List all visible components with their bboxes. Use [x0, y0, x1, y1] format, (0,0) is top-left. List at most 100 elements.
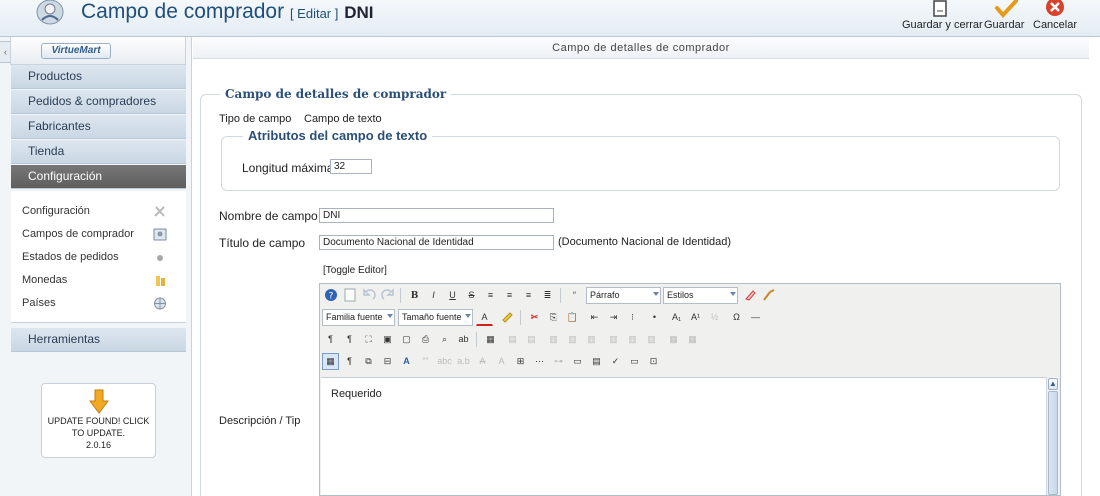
- font-size-disabled-icon[interactable]: ½: [706, 309, 723, 326]
- scroll-up-arrow[interactable]: ▲: [1048, 378, 1058, 390]
- submenu-monedas[interactable]: Monedas: [22, 274, 67, 286]
- format-select[interactable]: Párrafo: [586, 287, 661, 304]
- details-legend: Campo de detalles de comprador: [220, 87, 452, 101]
- max-length-input[interactable]: [330, 159, 372, 174]
- toggle-editor-link[interactable]: [Toggle Editor]: [323, 265, 387, 276]
- field-name-input[interactable]: [319, 208, 554, 223]
- editor-scrollbar[interactable]: ▲: [1046, 377, 1059, 495]
- help-icon[interactable]: ?: [322, 287, 339, 304]
- subscript-icon[interactable]: A₁: [668, 309, 685, 326]
- cleanup-icon[interactable]: [760, 287, 777, 304]
- remove-format-icon[interactable]: [741, 287, 758, 304]
- delete-row-icon[interactable]: ▥: [583, 331, 600, 348]
- text-color-icon[interactable]: A: [476, 309, 493, 326]
- submenu-configuracion[interactable]: Configuración: [22, 205, 90, 217]
- media-icon[interactable]: ▢: [398, 331, 415, 348]
- attributes-icon[interactable]: ⊞: [512, 353, 529, 370]
- italic-icon[interactable]: I: [425, 287, 442, 304]
- horizontal-rule-icon[interactable]: —: [747, 309, 764, 326]
- menu-item-fabricantes[interactable]: Fabricantes: [11, 115, 186, 139]
- outdent-icon[interactable]: ⇤: [586, 309, 603, 326]
- read-more-icon[interactable]: ▭: [626, 353, 643, 370]
- visual-aid-icon[interactable]: ▦: [322, 353, 339, 370]
- save-close-button[interactable]: Guardar y cerrar: [902, 0, 983, 34]
- pagebreak-icon[interactable]: ⊡: [645, 353, 662, 370]
- paste-icon[interactable]: 📋: [564, 309, 581, 326]
- field-type-label: Tipo de campo: [219, 113, 292, 125]
- bold-icon[interactable]: B: [406, 287, 423, 304]
- insert-col-after-icon[interactable]: ▥: [624, 331, 641, 348]
- new-document-icon[interactable]: [341, 287, 358, 304]
- fullscreen-icon[interactable]: ⛶: [360, 331, 377, 348]
- numbered-list-icon[interactable]: ⁝: [624, 309, 641, 326]
- undo-icon[interactable]: [360, 287, 377, 304]
- align-center-icon[interactable]: ≡: [501, 287, 518, 304]
- delete-mark-icon[interactable]: A: [474, 353, 491, 370]
- menu-item-herramientas[interactable]: Herramientas: [11, 328, 186, 352]
- insert-mark-icon[interactable]: A: [493, 353, 510, 370]
- submenu-campos-comprador[interactable]: Campos de comprador: [22, 228, 134, 240]
- ltr-icon[interactable]: ¶: [322, 331, 339, 348]
- bullet-list-icon[interactable]: •: [646, 309, 663, 326]
- save-button[interactable]: Guardar: [984, 0, 1028, 34]
- config-submenu: Configuración Campos de comprador Estado…: [11, 191, 186, 323]
- spell-abc-icon[interactable]: ✓: [607, 353, 624, 370]
- font-size-select[interactable]: Tamaño fuente: [398, 309, 473, 326]
- show-blocks-icon[interactable]: ¶: [341, 353, 358, 370]
- superscript-icon[interactable]: A¹: [687, 309, 704, 326]
- split-cells-icon[interactable]: ▦: [665, 331, 682, 348]
- print-icon[interactable]: ⎙: [417, 331, 434, 348]
- rtl-icon[interactable]: ¶: [341, 331, 358, 348]
- insert-row-after-icon[interactable]: ▥: [564, 331, 581, 348]
- highlight-color-icon[interactable]: [498, 309, 515, 326]
- align-right-icon[interactable]: ≡: [520, 287, 537, 304]
- font-family-select[interactable]: Familia fuente: [322, 309, 395, 326]
- strikethrough-icon[interactable]: S: [463, 287, 480, 304]
- merge-cells-icon[interactable]: ▦: [684, 331, 701, 348]
- underline-icon[interactable]: U: [444, 287, 461, 304]
- blockquote-icon[interactable]: “: [566, 287, 583, 304]
- align-left-icon[interactable]: ≡: [482, 287, 499, 304]
- submenu-paises[interactable]: Países: [22, 297, 56, 309]
- cancel-button[interactable]: Cancelar: [1033, 0, 1077, 34]
- svg-text:?: ?: [328, 292, 333, 302]
- scroll-thumb[interactable]: [1048, 391, 1058, 495]
- menu-item-configuracion[interactable]: Configuración: [11, 165, 186, 189]
- submenu-estados-pedidos[interactable]: Estados de pedidos: [22, 251, 119, 263]
- menu-item-productos[interactable]: Productos: [11, 65, 186, 89]
- special-char-icon[interactable]: Ω: [728, 309, 745, 326]
- acronym-icon[interactable]: a.b: [455, 353, 472, 370]
- image-icon[interactable]: ▣: [379, 331, 396, 348]
- field-title-input[interactable]: [319, 235, 554, 250]
- abbr-icon[interactable]: abc: [436, 353, 453, 370]
- replace-icon[interactable]: ab: [455, 331, 472, 348]
- redo-icon[interactable]: [379, 287, 396, 304]
- cite-icon[interactable]: “”: [417, 353, 434, 370]
- delete-col-icon[interactable]: ▥: [643, 331, 660, 348]
- align-justify-icon[interactable]: ≣: [539, 287, 556, 304]
- table-icon[interactable]: ▦: [482, 331, 499, 348]
- menu-item-tienda[interactable]: Tienda: [11, 140, 186, 164]
- update-notice[interactable]: UPDATE FOUND! CLICK TO UPDATE. 2.0.16: [41, 383, 156, 458]
- page-break-icon[interactable]: ⋯: [531, 353, 548, 370]
- template-icon[interactable]: ▭: [569, 353, 586, 370]
- cut-icon[interactable]: ✂: [526, 309, 543, 326]
- indent-icon[interactable]: ⇥: [605, 309, 622, 326]
- menu-item-pedidos[interactable]: Pedidos & compradores: [11, 90, 186, 114]
- virtuemart-logo: VirtueMart: [41, 43, 111, 59]
- editor-content-area[interactable]: Requerido: [321, 377, 1047, 495]
- insert-col-before-icon[interactable]: ▥: [605, 331, 622, 348]
- find-icon[interactable]: ⌕: [436, 331, 453, 348]
- code-icon[interactable]: ▤: [588, 353, 605, 370]
- insert-row-before-icon[interactable]: ▥: [545, 331, 562, 348]
- table-cell-props-icon[interactable]: ▤: [523, 331, 540, 348]
- copy-icon[interactable]: ⎘: [545, 309, 562, 326]
- field-title-label: Título de campo: [219, 236, 306, 250]
- styles-select[interactable]: Estilos: [663, 287, 738, 304]
- style-props-icon[interactable]: ⊟: [379, 353, 396, 370]
- table-row-props-icon[interactable]: ▤: [504, 331, 521, 348]
- insert-layer-icon[interactable]: ⧉: [360, 353, 377, 370]
- download-arrow-icon: [88, 389, 109, 414]
- spellcheck-icon[interactable]: A: [398, 353, 415, 370]
- nonbreaking-icon[interactable]: ⊶: [550, 353, 567, 370]
